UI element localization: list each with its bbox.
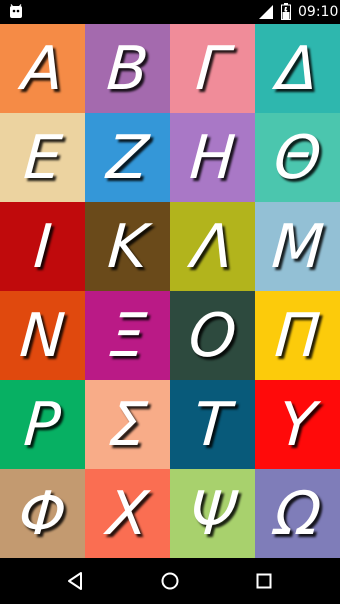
letter-tile-sigma[interactable]: Σ [85,380,170,469]
letter-tile-omega[interactable]: Ω [255,469,340,558]
letter-tile-delta[interactable]: Δ [255,24,340,113]
status-clock: 09:10 [298,4,339,20]
back-icon[interactable] [66,571,86,591]
letter-label: Ξ [106,300,149,371]
letter-label: Υ [276,389,319,460]
letter-tile-iota[interactable]: Ι [0,202,85,291]
status-bar: 09:10 [0,0,340,24]
letter-tile-pi[interactable]: Π [255,291,340,380]
letter-grid: Α Β Γ Δ Ε Ζ Η Θ Ι Κ Λ Μ Ν Ξ Ο Π Ρ Σ Τ Υ … [0,24,340,558]
letter-label: Γ [193,33,232,104]
letter-tile-alpha[interactable]: Α [0,24,85,113]
letter-label: Ζ [104,122,151,193]
android-icon [10,4,22,18]
letter-label: Τ [191,389,234,460]
letter-label: Β [104,33,151,104]
letter-label: Ε [21,122,64,193]
letter-label: Η [187,122,238,193]
letter-tile-eta[interactable]: Η [170,113,255,202]
letter-label: Φ [16,478,69,549]
letter-label: Θ [271,122,324,193]
letter-label: Κ [105,211,150,282]
letter-label: Λ [189,211,236,282]
letter-label: Σ [106,389,149,460]
letter-tile-lambda[interactable]: Λ [170,202,255,291]
letter-tile-tau[interactable]: Τ [170,380,255,469]
letter-label: Δ [274,33,321,104]
letter-label: Ω [272,478,323,549]
letter-tile-upsilon[interactable]: Υ [255,380,340,469]
battery-icon [281,3,291,20]
letter-tile-gamma[interactable]: Γ [170,24,255,113]
letter-tile-kappa[interactable]: Κ [85,202,170,291]
letter-tile-xi[interactable]: Ξ [85,291,170,380]
letter-tile-beta[interactable]: Β [85,24,170,113]
letter-label: Π [272,300,323,371]
navigation-bar [0,558,340,604]
home-icon[interactable] [160,571,180,591]
letter-tile-chi[interactable]: Χ [85,469,170,558]
signal-icon [259,5,273,19]
letter-label: Α [19,33,66,104]
letter-tile-epsilon[interactable]: Ε [0,113,85,202]
letter-tile-nu[interactable]: Ν [0,291,85,380]
letter-label: Ρ [21,389,64,460]
letter-label: Ψ [186,478,239,549]
letter-tile-omicron[interactable]: Ο [170,291,255,380]
letter-tile-theta[interactable]: Θ [255,113,340,202]
letter-tile-psi[interactable]: Ψ [170,469,255,558]
letter-tile-mu[interactable]: Μ [255,202,340,291]
letter-tile-zeta[interactable]: Ζ [85,113,170,202]
letter-label: Χ [104,478,151,549]
letter-label: Ι [31,211,54,282]
letter-tile-rho[interactable]: Ρ [0,380,85,469]
letter-label: Μ [269,211,326,282]
letter-label: Ο [186,300,239,371]
recents-icon[interactable] [254,571,274,591]
letter-label: Ν [17,300,68,371]
letter-tile-phi[interactable]: Φ [0,469,85,558]
